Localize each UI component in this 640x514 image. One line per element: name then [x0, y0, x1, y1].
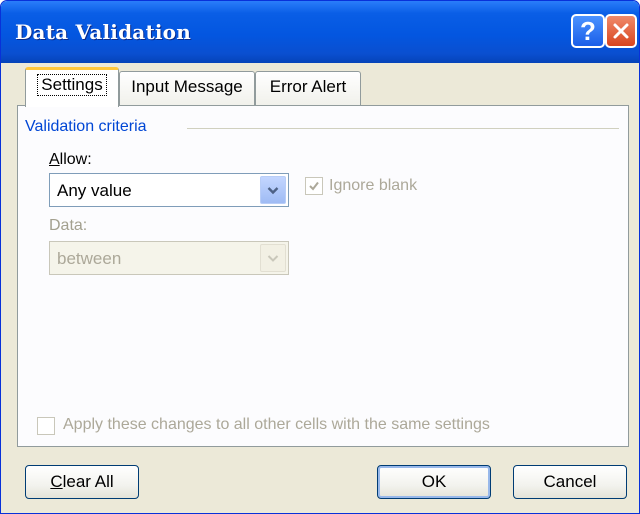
validation-criteria-label: Validation criteria: [25, 118, 147, 135]
dialog-title: Data Validation: [15, 20, 191, 44]
dialog-body: Settings Input Message Error Alert Valid…: [5, 63, 635, 511]
close-button[interactable]: [605, 14, 637, 48]
data-label: Data:: [49, 217, 88, 234]
tab-settings[interactable]: Settings: [25, 67, 119, 107]
clear-mnemonic: C: [50, 472, 63, 491]
allow-dropdown-value: Any value: [57, 181, 132, 200]
ignore-blank-checkbox[interactable]: [305, 177, 323, 195]
ok-button[interactable]: OK: [377, 465, 491, 499]
data-dropdown-value: between: [57, 249, 122, 268]
allow-mnemonic: A: [49, 151, 60, 168]
clear-label-rest: lear All: [62, 472, 114, 491]
allow-label-rest: llow:: [59, 151, 92, 168]
apply-all-checkbox[interactable]: [37, 417, 55, 435]
tab-error-alert[interactable]: Error Alert: [255, 71, 361, 107]
help-icon: ?: [580, 16, 596, 46]
allow-dropdown-arrow[interactable]: [260, 176, 286, 204]
tab-input-message[interactable]: Input Message: [119, 71, 255, 107]
apply-all-label: Apply these changes to all other cells w…: [63, 416, 490, 433]
cancel-button[interactable]: Cancel: [513, 465, 627, 499]
settings-panel: [17, 105, 629, 447]
title-bar[interactable]: Data Validation ?: [1, 1, 639, 63]
clear-all-button[interactable]: Clear All: [25, 465, 139, 499]
allow-label: Allow:: [49, 151, 92, 169]
data-dropdown[interactable]: between: [49, 241, 289, 275]
group-divider: [187, 128, 619, 129]
checkmark-icon: [309, 181, 319, 191]
tab-settings-label: Settings: [37, 74, 107, 96]
data-dropdown-arrow[interactable]: [260, 244, 286, 272]
chevron-down-icon: [267, 254, 279, 262]
data-validation-dialog: Data Validation ? Settings Input Message…: [0, 0, 640, 514]
allow-dropdown[interactable]: Any value: [49, 173, 289, 207]
help-button[interactable]: ?: [571, 14, 605, 48]
close-icon: [613, 23, 629, 39]
chevron-down-icon: [267, 186, 279, 194]
ignore-blank-label: Ignore blank: [329, 177, 418, 194]
